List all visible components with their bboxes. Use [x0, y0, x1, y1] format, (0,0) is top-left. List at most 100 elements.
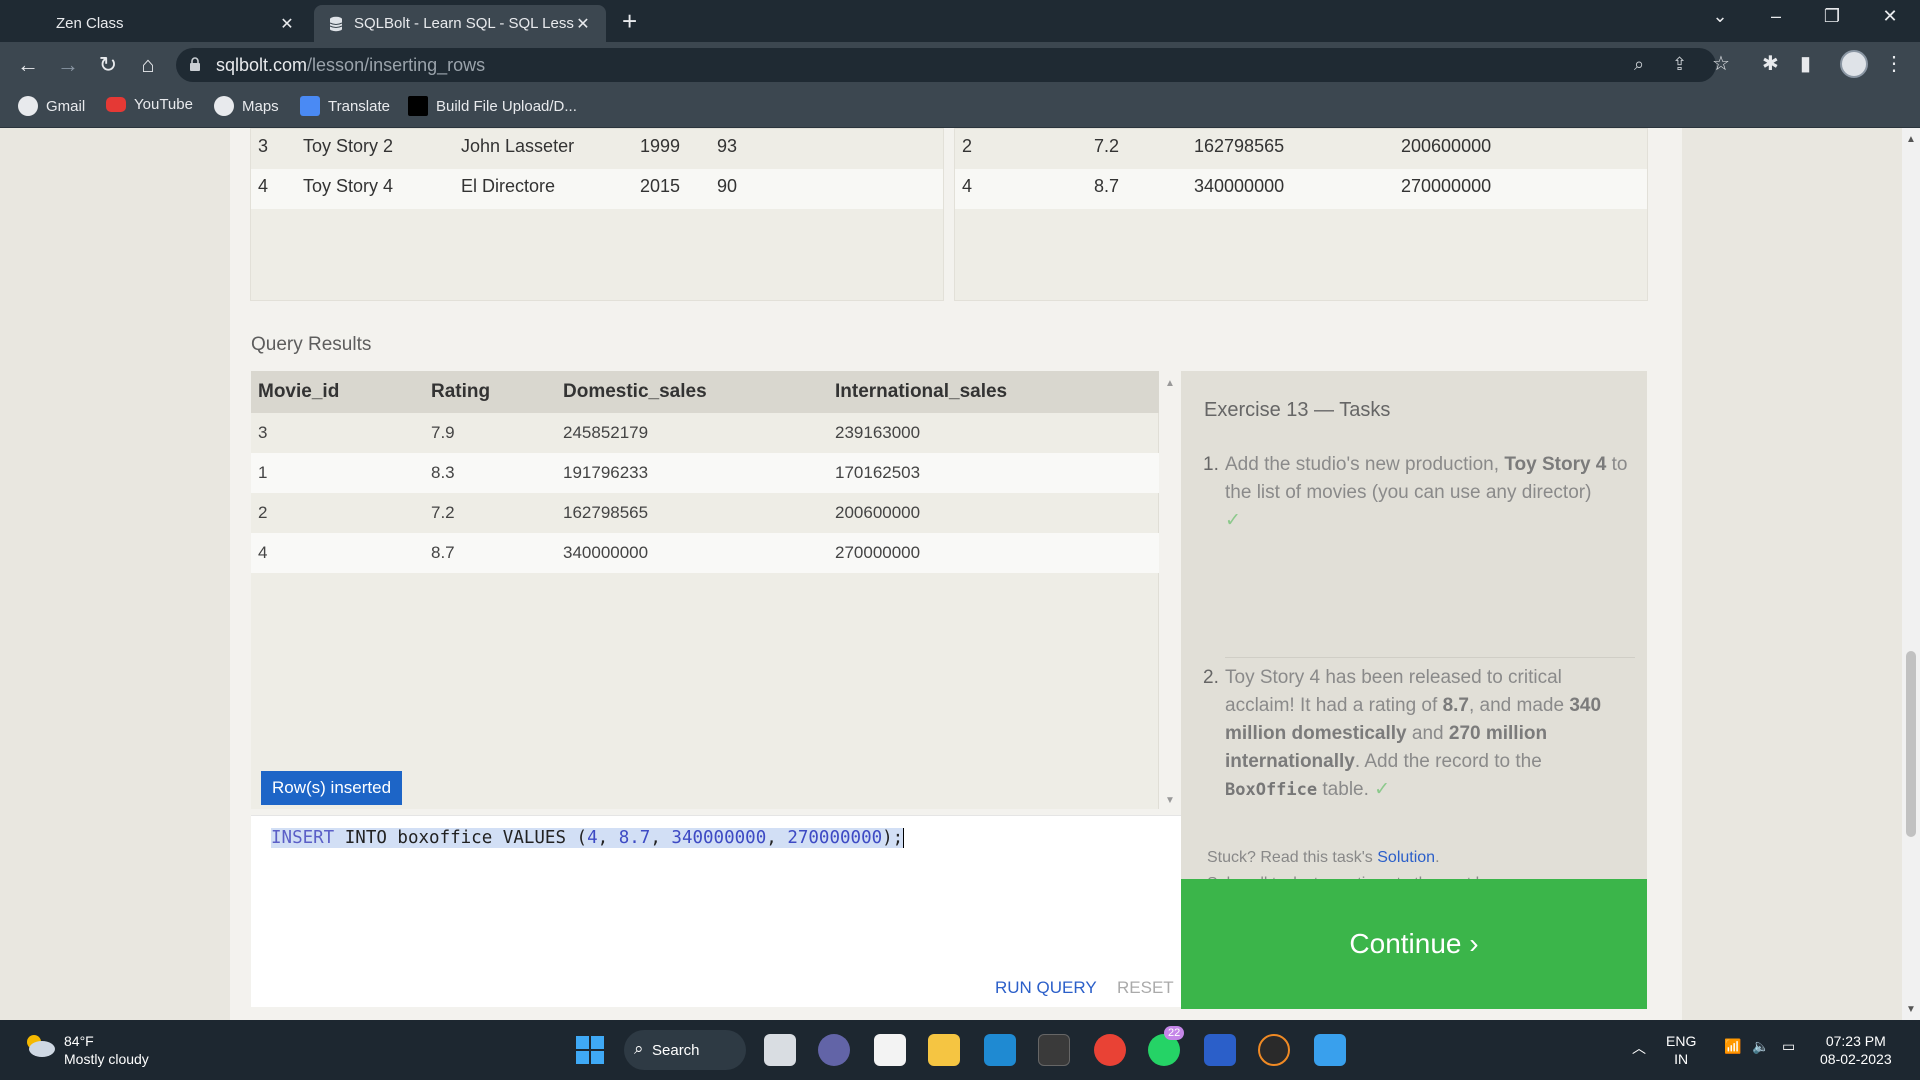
battery-icon[interactable]: ▭	[1782, 1038, 1795, 1055]
task-text: table.	[1317, 779, 1369, 800]
sql-editor[interactable]: INSERT INTO boxoffice VALUES (4, 8.7, 34…	[251, 815, 1181, 1007]
vscode-icon[interactable]	[984, 1034, 1016, 1066]
results-scroll-down-icon[interactable]: ▼	[1165, 795, 1175, 806]
boxoffice-table: 2 7.2 162798565 200600000 4 8.7 34000000…	[954, 128, 1648, 301]
table-cell: 340000000	[563, 543, 649, 562]
bookmark-maps[interactable]: Maps	[214, 96, 279, 116]
youtube-icon	[106, 97, 126, 112]
profile-avatar[interactable]	[1840, 50, 1868, 78]
translate-icon	[300, 96, 320, 116]
tab-title: SQLBolt - Learn SQL - SQL Lessor	[354, 15, 574, 32]
bookmark-dev[interactable]: Build File Upload/D...	[408, 96, 577, 116]
terminal-icon[interactable]	[1038, 1034, 1070, 1066]
solution-link[interactable]: Solution	[1377, 849, 1435, 866]
table-cell: 7.2	[431, 503, 455, 522]
scroll-up-icon[interactable]: ▲	[1906, 134, 1916, 145]
tab-zen-class[interactable]: Zen Class ✕	[10, 5, 310, 42]
table-cell: 340000000	[1194, 176, 1285, 196]
menu-kebab-icon[interactable]: ⋮	[1884, 51, 1904, 76]
help-suffix: .	[1435, 849, 1440, 866]
forward-icon[interactable]: →	[54, 52, 82, 78]
page-scrollbar[interactable]: ▲ ▼	[1902, 128, 1920, 1020]
task-code: BoxOffice	[1225, 780, 1318, 800]
tab-sqlbolt[interactable]: SQLBolt - Learn SQL - SQL Lessor ✕	[314, 5, 606, 42]
zoom-search-icon[interactable]: ⌕	[1634, 54, 1644, 75]
table-cell: 162798565	[1194, 136, 1285, 156]
new-tab-button[interactable]: +	[622, 6, 637, 37]
whatsapp-icon[interactable]: 22	[1148, 1026, 1185, 1066]
sql-input[interactable]: INSERT INTO boxoffice VALUES (4, 8.7, 34…	[271, 828, 905, 848]
home-icon[interactable]: ⌂	[134, 52, 162, 78]
table-cell: El Directore	[461, 176, 556, 196]
bookmark-translate[interactable]: Translate	[300, 96, 390, 116]
sql-text: );	[882, 828, 904, 848]
volume-icon[interactable]: 🔈	[1752, 1038, 1769, 1055]
continue-button[interactable]: Continue ›	[1181, 879, 1647, 1009]
bookmark-youtube[interactable]: YouTube	[106, 96, 193, 113]
microsoft-store-icon[interactable]	[874, 1034, 906, 1066]
table-cell: 8.7	[1094, 176, 1120, 196]
bookmark-label: Build File Upload/D...	[436, 97, 577, 115]
chevron-up-icon[interactable]: ︿	[1632, 1038, 1646, 1058]
table-header: Movie_id Rating Domestic_sales Internati…	[251, 371, 1159, 413]
windows-start-icon[interactable]	[574, 1034, 606, 1066]
table-cell: Toy Story 4	[303, 176, 394, 196]
reload-icon[interactable]: ↻	[94, 52, 122, 78]
taskbar-search[interactable]: ⌕ Search	[624, 1030, 746, 1070]
file-explorer-icon[interactable]	[928, 1034, 960, 1066]
checkmark-icon: ✓	[1225, 510, 1241, 531]
sql-number: 4	[587, 828, 598, 848]
close-icon[interactable]: ✕	[278, 14, 296, 34]
minimize-icon[interactable]: –	[1756, 6, 1796, 27]
table-row: 4 Toy Story 4 El Directore 2015 90	[251, 169, 943, 209]
bookmark-label: Translate	[328, 97, 390, 115]
scroll-down-icon[interactable]: ▼	[1906, 1004, 1916, 1015]
language-indicator[interactable]: ENG IN	[1666, 1032, 1696, 1068]
close-window-icon[interactable]: ✕	[1870, 6, 1910, 27]
table-cell: 3	[258, 136, 269, 156]
table-cell: 170162503	[835, 463, 921, 482]
weather-widget[interactable]: 84°F Mostly cloudy	[64, 1032, 149, 1068]
wifi-icon[interactable]: 📶	[1724, 1038, 1741, 1055]
photos-icon[interactable]	[1314, 1034, 1346, 1066]
sql-number: 270000000	[787, 828, 883, 848]
restore-icon[interactable]: ❐	[1812, 6, 1852, 27]
reset-button[interactable]: RESET	[1117, 978, 1174, 998]
side-panel-icon[interactable]: ▮	[1800, 51, 1811, 76]
clock[interactable]: 07:23 PM 08-02-2023	[1820, 1032, 1892, 1068]
back-icon[interactable]: ←	[14, 52, 42, 78]
task-number: 2.	[1203, 667, 1219, 688]
word-icon[interactable]	[1204, 1034, 1236, 1066]
run-query-button[interactable]: RUN QUERY	[995, 978, 1097, 998]
table-cell: 1999	[640, 136, 681, 156]
bookmark-gmail[interactable]: Gmail	[18, 96, 85, 116]
browser-toolbar: ← → ↻ ⌂ sqlbolt.com/lesson/inserting_row…	[0, 42, 1920, 88]
extensions-icon[interactable]: ✱	[1762, 51, 1779, 76]
column-header: International_sales	[835, 381, 1008, 402]
task-view-icon[interactable]	[764, 1034, 796, 1066]
chrome-icon[interactable]	[1094, 1034, 1126, 1066]
scrollbar-thumb[interactable]	[1906, 651, 1916, 837]
share-icon[interactable]: ⇪	[1672, 54, 1687, 75]
column-header: Domestic_sales	[563, 381, 707, 402]
help-prefix: Stuck? Read this task's	[1207, 849, 1378, 866]
teams-chat-icon[interactable]	[818, 1034, 850, 1066]
checkmark-icon: ✓	[1374, 779, 1391, 800]
task-2: 2. Toy Story 4 has been released to crit…	[1203, 664, 1635, 804]
tab-strip: Zen Class ✕ SQLBolt - Learn SQL - SQL Le…	[0, 0, 1920, 42]
table-cell: 4	[258, 176, 269, 196]
results-scroll-up-icon[interactable]: ▲	[1165, 378, 1175, 389]
status-badge: Row(s) inserted	[261, 771, 403, 805]
sql-number: 340000000	[671, 828, 767, 848]
exercise-tasks-panel: Exercise 13 — Tasks 1. Add the studio's …	[1181, 371, 1647, 892]
region-code: IN	[1674, 1051, 1689, 1067]
table-cell: 1	[258, 463, 268, 482]
tab-search-icon[interactable]: ⌄	[1700, 6, 1740, 27]
bookmark-star-icon[interactable]: ☆	[1712, 51, 1730, 76]
media-player-icon[interactable]	[1258, 1034, 1290, 1066]
divider	[1225, 657, 1635, 658]
address-bar[interactable]: sqlbolt.com/lesson/inserting_rows ⌕ ⇪	[176, 48, 1716, 82]
table-cell: 191796233	[563, 463, 649, 482]
table-row: 3 7.9 245852179 239163000	[251, 413, 1159, 453]
close-icon[interactable]: ✕	[574, 14, 592, 34]
